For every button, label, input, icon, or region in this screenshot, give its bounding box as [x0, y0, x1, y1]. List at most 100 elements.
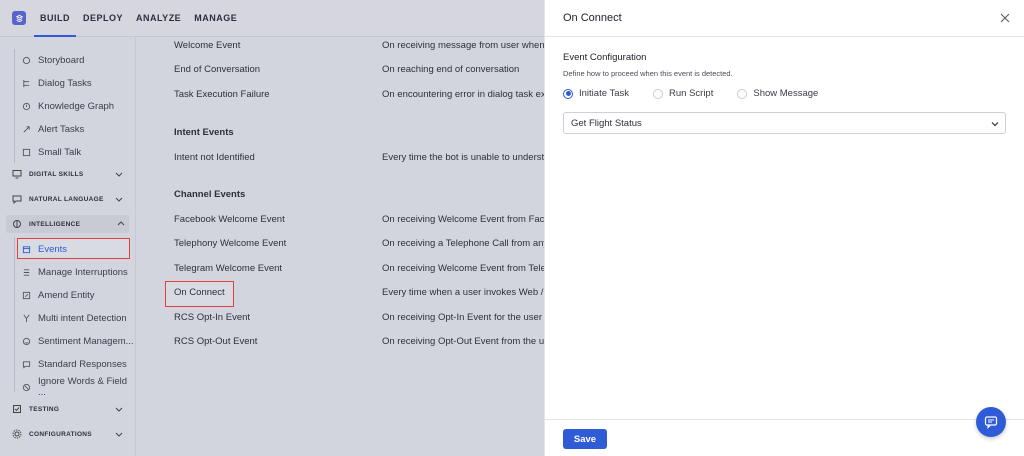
events-list: Welcome Event On receiving message from … — [136, 37, 544, 456]
sidebar-item-label: Events — [38, 243, 68, 255]
radio-dot — [653, 88, 663, 99]
sidebar-section-testing[interactable]: TESTING — [12, 400, 127, 418]
gear-icon — [12, 429, 22, 439]
brain-icon — [12, 219, 22, 229]
event-row-intent-not-identified[interactable]: Intent not Identified Every time the bot… — [174, 152, 544, 166]
event-configuration: Event Configuration Define how to procee… — [563, 52, 1006, 134]
edit-icon — [22, 291, 31, 300]
section-label: CONFIGURATIONS — [29, 430, 92, 438]
event-row-end-of-conversation[interactable]: End of Conversation On reaching end of c… — [174, 64, 544, 78]
sidebar-item-label: Amend Entity — [38, 289, 95, 301]
sidebar-item-knowledge-graph[interactable]: Knowledge Graph — [22, 97, 114, 115]
section-title: Event Configuration — [563, 52, 647, 63]
sidebar-item-dialog-tasks[interactable]: Dialog Tasks — [22, 74, 92, 92]
sidebar-item-small-talk[interactable]: Small Talk — [22, 143, 81, 161]
event-row-rcs-opt-out[interactable]: RCS Opt-Out Event On receiving Opt-Out E… — [174, 336, 544, 350]
nav-deploy[interactable]: DEPLOY — [83, 0, 123, 37]
event-row-facebook-welcome[interactable]: Facebook Welcome Event On receiving Welc… — [174, 214, 544, 228]
sidebar-tree-line — [14, 49, 15, 163]
sidebar-item-label: Small Talk — [38, 146, 82, 158]
radio-dot — [563, 88, 573, 99]
sidebar-section-digital-skills[interactable]: DIGITAL SKILLS — [12, 165, 127, 183]
nav-build[interactable]: BUILD — [34, 0, 76, 37]
sidebar-item-storyboard[interactable]: Storyboard — [22, 51, 84, 69]
event-description: On receiving Welcome Event from Facebo — [382, 214, 544, 225]
sidebar-item-manage-interruptions[interactable]: Manage Interruptions — [22, 263, 128, 281]
event-row-telephony-welcome[interactable]: Telephony Welcome Event On receiving a T… — [174, 238, 544, 252]
sidebar-item-label: Standard Responses — [38, 358, 127, 370]
testing-icon — [12, 404, 22, 414]
dialog-tasks-icon — [22, 79, 31, 88]
section-label: INTELLIGENCE — [29, 220, 81, 228]
calendar-icon — [22, 245, 31, 254]
alert-tasks-icon — [22, 125, 31, 134]
radio-run-script[interactable]: Run Script — [653, 88, 713, 99]
event-description: On reaching end of conversation — [382, 64, 520, 75]
radio-label: Run Script — [669, 88, 714, 99]
event-name: Telegram Welcome Event — [174, 263, 283, 274]
sidebar-section-intelligence[interactable]: INTELLIGENCE — [6, 215, 129, 233]
event-name: Task Execution Failure — [174, 89, 270, 100]
sidebar-item-standard-responses[interactable]: Standard Responses — [22, 355, 127, 373]
chevron-down-icon — [115, 407, 123, 412]
sidebar-section-configurations[interactable]: CONFIGURATIONS — [12, 425, 127, 443]
app-logo-icon[interactable] — [12, 11, 26, 25]
event-description: Every time when a user invokes Web / Mo — [382, 287, 544, 298]
interruptions-icon — [22, 268, 31, 277]
section-label: TESTING — [29, 405, 60, 413]
chevron-down-icon — [115, 432, 123, 437]
event-row-on-connect[interactable]: On Connect Every time when a user invoke… — [174, 287, 544, 301]
sidebar-item-label: Manage Interruptions — [38, 266, 128, 278]
intent-events-title: Intent Events — [174, 127, 234, 138]
sidebar: Storyboard Dialog Tasks Knowledge Graph … — [0, 37, 136, 456]
panel-footer: Save — [545, 419, 1024, 456]
sidebar-item-sentiment-management[interactable]: Sentiment Managem... — [22, 332, 134, 350]
radio-label: Show Message — [753, 88, 819, 99]
responses-icon — [22, 360, 31, 369]
sidebar-item-label: Sentiment Managem... — [38, 335, 134, 347]
close-icon[interactable] — [1000, 13, 1010, 23]
action-radio-group: Initiate Task Run Script Show Message — [563, 88, 1006, 99]
chat-icon — [984, 416, 998, 429]
sidebar-item-alert-tasks[interactable]: Alert Tasks — [22, 120, 84, 138]
panel-header: On Connect — [545, 0, 1024, 37]
task-select[interactable]: Get Flight Status — [563, 112, 1006, 134]
radio-show-message[interactable]: Show Message — [737, 88, 818, 99]
sidebar-tree-line — [14, 237, 15, 392]
event-row-rcs-opt-in[interactable]: RCS Opt-In Event On receiving Opt-In Eve… — [174, 312, 544, 326]
sidebar-item-events[interactable]: Events — [22, 240, 67, 258]
sidebar-item-label: Ignore Words & Field ... — [38, 376, 128, 398]
event-name: RCS Opt-In Event — [174, 312, 251, 323]
section-label: NATURAL LANGUAGE — [29, 195, 104, 203]
section-label: DIGITAL SKILLS — [29, 170, 84, 178]
chevron-down-icon — [991, 122, 999, 127]
sidebar-section-natural-language[interactable]: NATURAL LANGUAGE — [12, 190, 127, 208]
sidebar-item-ignore-words[interactable]: Ignore Words & Field ... — [22, 376, 135, 398]
save-button[interactable]: Save — [563, 429, 607, 449]
event-row-telegram-welcome[interactable]: Telegram Welcome Event On receiving Welc… — [174, 263, 544, 277]
sidebar-item-amend-entity[interactable]: Amend Entity — [22, 286, 95, 304]
monitor-icon — [12, 169, 22, 179]
radio-initiate-task[interactable]: Initiate Task — [563, 88, 629, 99]
event-name: End of Conversation — [174, 64, 261, 75]
sidebar-item-label: Alert Tasks — [38, 123, 85, 135]
event-row-welcome[interactable]: Welcome Event On receiving message from … — [174, 40, 544, 54]
select-value: Get Flight Status — [571, 117, 642, 129]
sidebar-item-multi-intent-detection[interactable]: Multi intent Detection — [22, 309, 127, 327]
knowledge-graph-icon — [22, 102, 31, 111]
event-description: On receiving Opt-In Event for the user — [382, 312, 542, 323]
event-row-task-execution-failure[interactable]: Task Execution Failure On encountering e… — [174, 89, 544, 103]
top-nav-bar: BUILD DEPLOY ANALYZE MANAGE — [0, 0, 544, 37]
language-icon — [12, 194, 22, 204]
chat-support-button[interactable] — [976, 407, 1006, 437]
event-description: On encountering error in dialog task exe… — [382, 89, 544, 100]
panel-title: On Connect — [563, 12, 622, 24]
small-talk-icon — [22, 148, 31, 157]
nav-manage[interactable]: MANAGE — [194, 0, 237, 37]
sentiment-icon — [22, 337, 31, 346]
sidebar-item-label: Dialog Tasks — [38, 77, 92, 89]
nav-analyze[interactable]: ANALYZE — [136, 0, 181, 37]
storyboard-icon — [22, 56, 31, 65]
event-description: On receiving Welcome Event from Telegra — [382, 263, 544, 274]
sidebar-item-label: Multi intent Detection — [38, 312, 127, 324]
